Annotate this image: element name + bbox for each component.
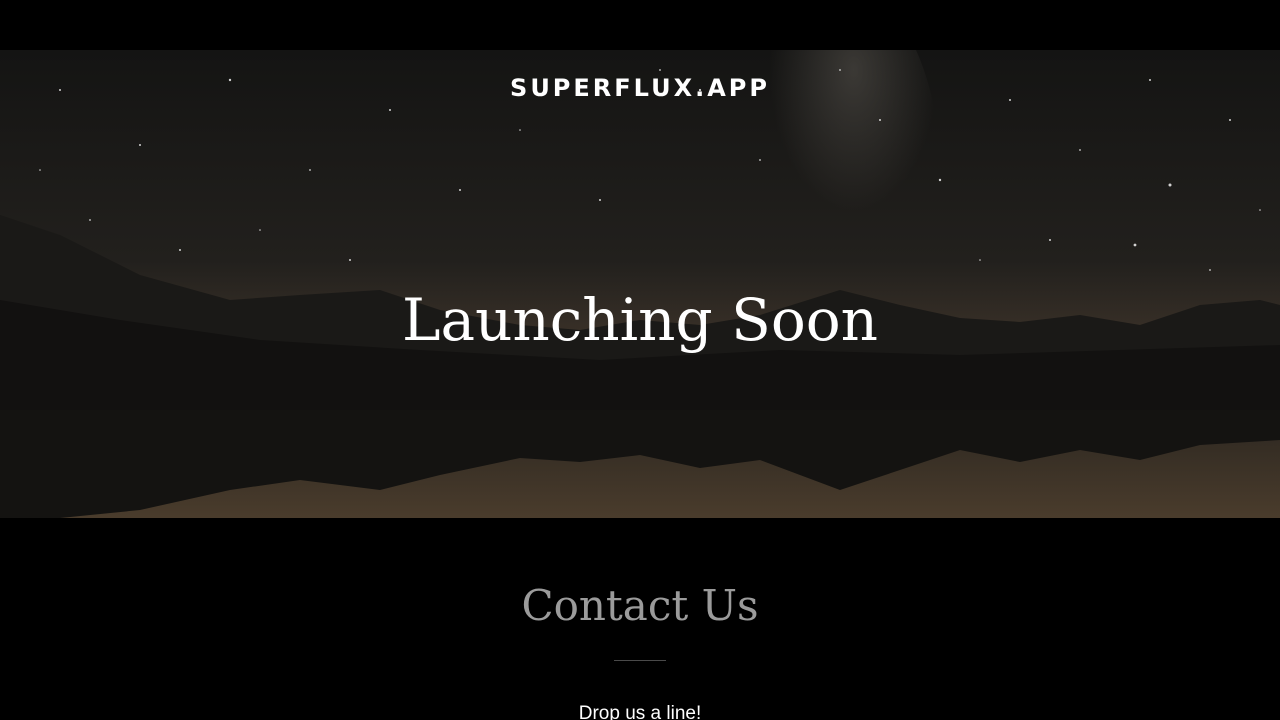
brand-logo-text[interactable]: SUPERFLUX.APP [0, 74, 1280, 102]
hero-headline: Launching Soon [401, 286, 879, 354]
hero-banner: SUPERFLUX.APP Launching Soon [0, 50, 1280, 518]
landing-page: SUPERFLUX.APP Launching Soon Contact Us … [0, 0, 1280, 720]
contact-title: Contact Us [521, 581, 759, 630]
contact-section: Contact Us Drop us a line! [0, 518, 1280, 720]
contact-subtitle: Drop us a line! [578, 703, 702, 720]
section-divider [614, 660, 666, 661]
